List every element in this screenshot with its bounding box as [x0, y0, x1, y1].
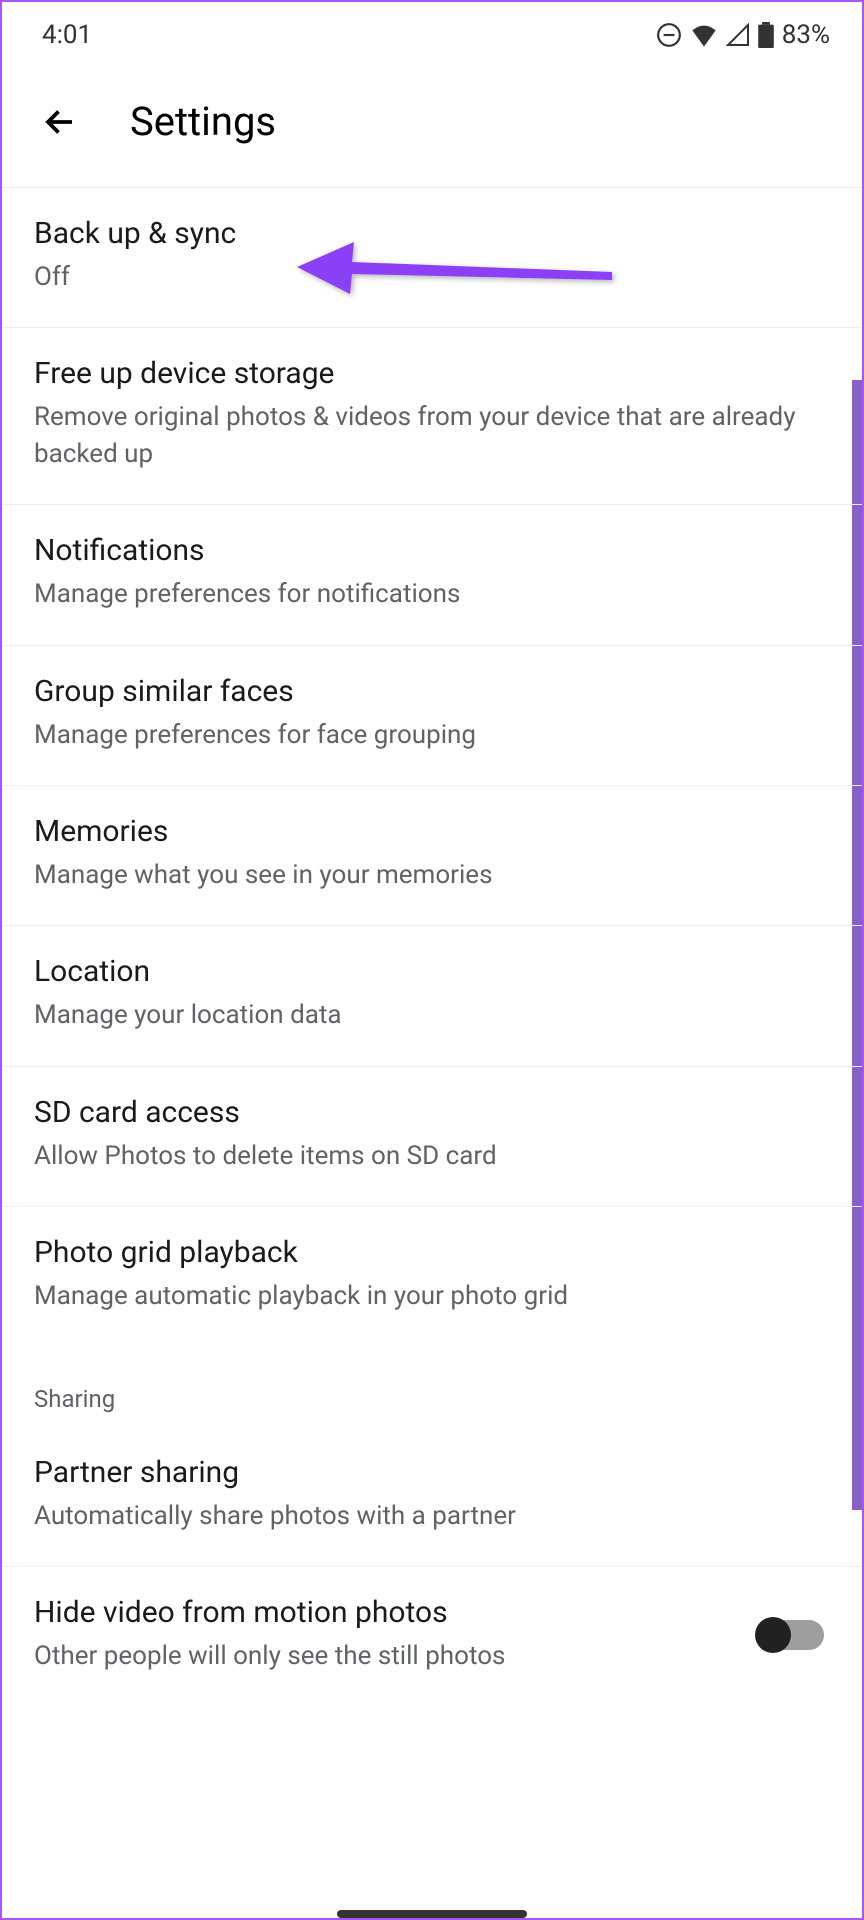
- setting-notifications[interactable]: Notifications Manage preferences for not…: [2, 505, 862, 645]
- back-button[interactable]: [38, 100, 82, 144]
- setting-subtitle: Manage automatic playback in your photo …: [34, 1278, 830, 1314]
- setting-subtitle: Allow Photos to delete items on SD card: [34, 1138, 830, 1174]
- setting-subtitle: Manage preferences for notifications: [34, 576, 830, 612]
- status-bar: 4:01 83%: [2, 2, 862, 62]
- status-bar-right: 83%: [656, 20, 830, 50]
- battery-icon: [758, 22, 774, 48]
- status-time: 4:01: [42, 20, 92, 50]
- setting-title: Memories: [34, 814, 830, 849]
- arrow-left-icon: [42, 104, 78, 140]
- setting-subtitle: Manage your location data: [34, 997, 830, 1033]
- setting-hide-video[interactable]: Hide video from motion photos Other peop…: [2, 1567, 862, 1682]
- setting-subtitle: Remove original photos & videos from you…: [34, 399, 830, 472]
- setting-subtitle: Off: [34, 259, 830, 295]
- setting-photo-grid[interactable]: Photo grid playback Manage automatic pla…: [2, 1207, 862, 1346]
- navigation-handle[interactable]: [337, 1910, 527, 1918]
- setting-subtitle: Other people will only see the still pho…: [34, 1638, 830, 1674]
- wifi-icon: [690, 23, 718, 47]
- setting-title: Hide video from motion photos: [34, 1595, 830, 1630]
- setting-title: Location: [34, 954, 830, 989]
- battery-percentage: 83%: [782, 20, 830, 50]
- cellular-icon: [726, 23, 750, 47]
- setting-backup-sync[interactable]: Back up & sync Off: [2, 188, 862, 328]
- setting-sd-card[interactable]: SD card access Allow Photos to delete it…: [2, 1067, 862, 1207]
- toggle-thumb: [755, 1617, 791, 1653]
- setting-subtitle: Manage preferences for face grouping: [34, 717, 830, 753]
- setting-group-faces[interactable]: Group similar faces Manage preferences f…: [2, 646, 862, 786]
- setting-subtitle: Manage what you see in your memories: [34, 857, 830, 893]
- setting-partner-sharing[interactable]: Partner sharing Automatically share phot…: [2, 1427, 862, 1567]
- setting-memories[interactable]: Memories Manage what you see in your mem…: [2, 786, 862, 926]
- setting-subtitle: Automatically share photos with a partne…: [34, 1498, 830, 1534]
- setting-free-storage[interactable]: Free up device storage Remove original p…: [2, 328, 862, 505]
- setting-title: Partner sharing: [34, 1455, 830, 1490]
- setting-location[interactable]: Location Manage your location data: [2, 926, 862, 1066]
- page-title: Settings: [130, 98, 276, 145]
- setting-title: Group similar faces: [34, 674, 830, 709]
- setting-title: Notifications: [34, 533, 830, 568]
- setting-title: Back up & sync: [34, 216, 830, 251]
- setting-title: Photo grid playback: [34, 1235, 830, 1270]
- hide-video-toggle[interactable]: [758, 1620, 824, 1650]
- do-not-disturb-icon: [656, 22, 682, 48]
- setting-title: SD card access: [34, 1095, 830, 1130]
- app-header: Settings: [2, 62, 862, 188]
- section-header-sharing: Sharing: [2, 1347, 862, 1427]
- settings-list: Back up & sync Off Free up device storag…: [2, 188, 862, 1682]
- toggle-container: [758, 1620, 824, 1650]
- setting-title: Free up device storage: [34, 356, 830, 391]
